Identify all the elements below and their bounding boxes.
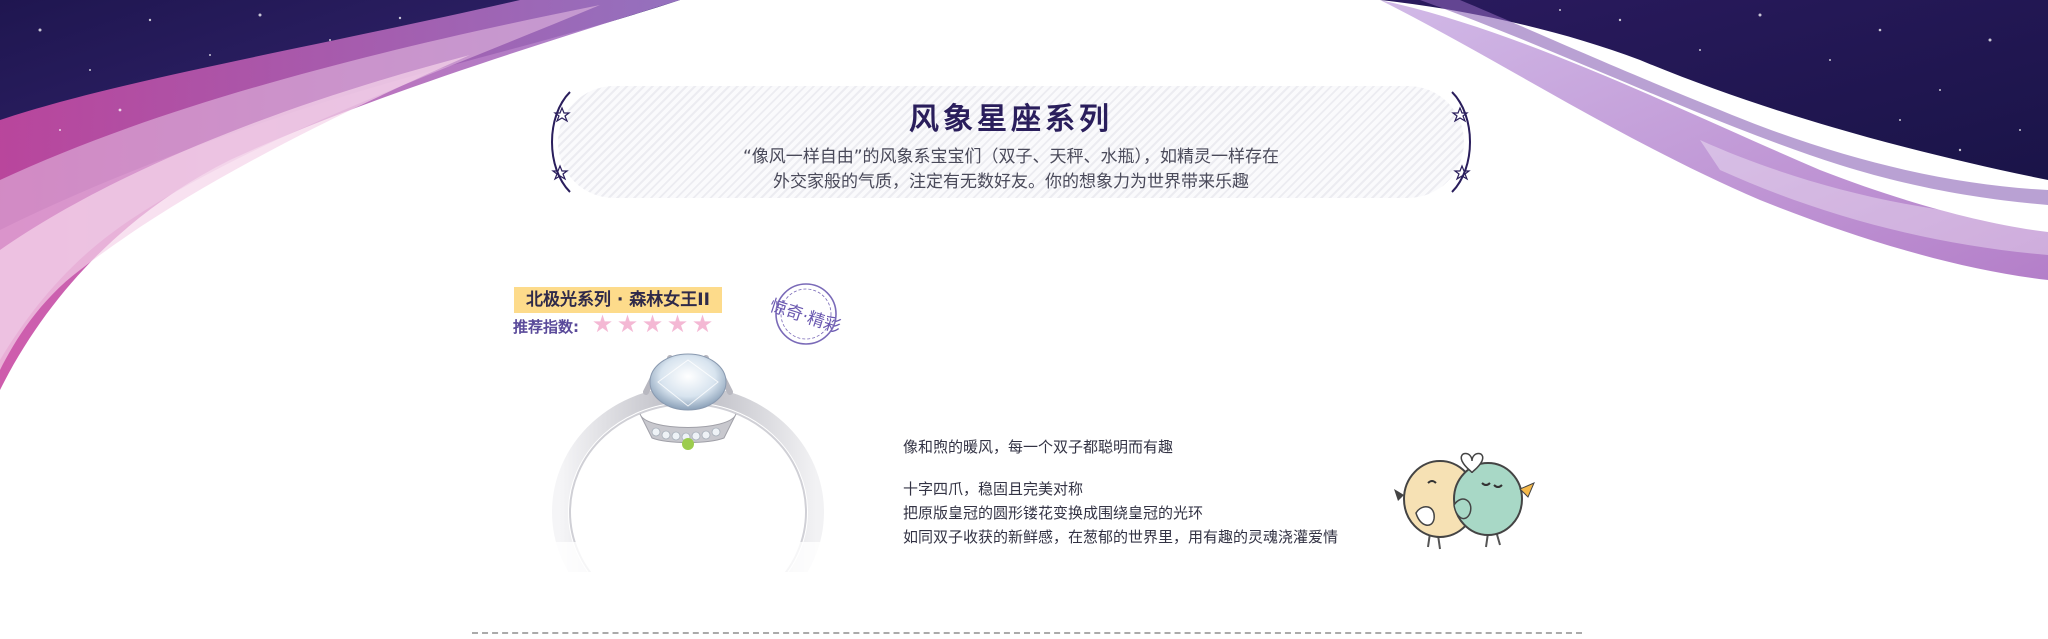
series-description-line1: “像风一样自由”的风象系宝宝们（双子、天秤、水瓶），如精灵一样存在: [742, 147, 1280, 167]
star-icon: ★: [666, 310, 689, 338]
description-intro: 像和煦的暖风，每一个双子都聪明而有趣: [903, 438, 1174, 456]
stamp-seal: 惊奇·精彩: [767, 283, 843, 345]
star-icon: ★: [691, 310, 714, 338]
series-banner: 风象星座系列 “像风一样自由”的风象系宝宝们（双子、天秤、水瓶），如精灵一样存在…: [536, 86, 1486, 198]
star-icon: ★: [641, 310, 664, 338]
description-line: 十字四爪，稳固且完美对称: [903, 480, 1084, 498]
rating-stars: ★ ★ ★ ★ ★: [590, 310, 715, 338]
star-icon: ★: [616, 310, 639, 338]
section-divider: [472, 632, 1582, 634]
star-icon: ★: [591, 310, 614, 338]
rating-label: 推荐指数:: [513, 318, 579, 336]
description-line: 把原版皇冠的圆形镂花变换成围绕皇冠的光环: [903, 504, 1204, 522]
ring-image: [528, 353, 848, 572]
stamp-text: 惊奇·精彩: [767, 296, 843, 338]
series-title: 风象星座系列: [909, 102, 1113, 137]
description-line: 如同双子收获的新鲜感，在葱郁的世界里，用有趣的灵魂浇灌爱情: [903, 528, 1339, 546]
series-description-line2: 外交家般的气质，注定有无数好友。你的想象力为世界带来乐趣: [773, 172, 1249, 192]
love-birds-illustration: [1394, 452, 1535, 550]
